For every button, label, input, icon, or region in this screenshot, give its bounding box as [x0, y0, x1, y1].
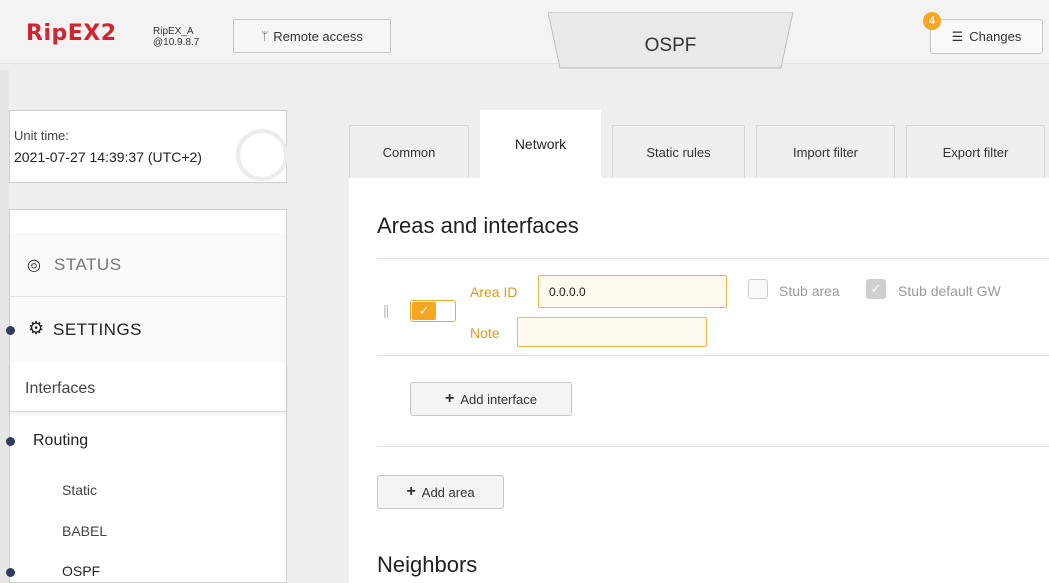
device-name: RipEX_A [153, 26, 194, 37]
page-title-tab: OSPF [548, 12, 793, 70]
divider [377, 355, 1049, 356]
tab-network[interactable]: Network [480, 110, 601, 178]
divider [377, 258, 1049, 259]
menu-item-static-label: Static [62, 482, 98, 498]
area-id-input[interactable] [538, 275, 727, 308]
unit-time-value: 2021-07-27 14:39:37 (UTC+2) [14, 149, 202, 165]
device-ip: @10.9.8.7 [153, 37, 200, 48]
add-interface-label: Add interface [460, 391, 537, 407]
add-area-button[interactable]: + Add area [377, 475, 504, 509]
menu-item-babel-label: BABEL [62, 523, 108, 539]
menu-bullet [6, 437, 15, 446]
menu-item-routing-label: Routing [33, 432, 89, 449]
unit-time-panel: Unit time: 2021-07-27 14:39:37 (UTC+2) [9, 110, 288, 183]
gauge-icon: ◎ [27, 257, 41, 274]
note-label: Note [470, 325, 500, 341]
areas-section-title: Areas and interfaces [377, 213, 579, 238]
menu-item-status[interactable]: ◎ STATUS [10, 233, 286, 297]
add-area-label: Add area [421, 484, 475, 500]
stub-default-gw-label: Stub default GW [898, 283, 1001, 299]
plus-icon: + [406, 483, 416, 500]
remote-access-button[interactable]: ᛘ Remote access [233, 19, 391, 53]
gears-icon: ⚙ [28, 318, 45, 338]
unit-time-label: Unit time: [14, 128, 69, 143]
list-icon: ☰ [951, 28, 964, 44]
divider [377, 446, 1049, 447]
remote-access-label: Remote access [273, 28, 363, 44]
page-title: OSPF [644, 35, 697, 56]
plus-icon: + [445, 390, 455, 407]
antenna-icon: ᛘ [261, 29, 269, 43]
ripex-logo: RipEX2 [26, 21, 117, 46]
changes-label: Changes [969, 29, 1022, 44]
tab-import-filter[interactable]: Import filter [756, 125, 895, 178]
note-input[interactable] [517, 317, 707, 347]
menu-item-ospf-label: OSPF [62, 563, 101, 579]
stub-default-gw-checkbox[interactable]: ✓ [866, 279, 886, 299]
device-info: RipEX_A @10.9.8.7 [153, 26, 199, 48]
menu-item-settings-label: SETTINGS [53, 320, 143, 339]
navigation-menu: ◎ STATUS ⚙ SETTINGS Interfaces Routing S… [6, 209, 287, 583]
changes-count-badge: 4 [923, 12, 941, 30]
menu-item-settings[interactable]: ⚙ SETTINGS [6, 298, 286, 363]
clock-watermark-icon [236, 129, 288, 181]
drag-handle-icon[interactable]: || [383, 302, 389, 318]
checkmark-icon: ✓ [412, 302, 436, 320]
menu-bullet [6, 326, 15, 335]
top-bar: RipEX2 RipEX_A @10.9.8.7 ᛘ Remote access… [0, 0, 1049, 69]
area-enable-toggle[interactable]: ✓ [410, 300, 456, 322]
menu-item-status-label: STATUS [54, 255, 122, 274]
neighbors-section-title: Neighbors [377, 552, 478, 577]
stub-area-label: Stub area [779, 283, 840, 299]
tab-static-rules[interactable]: Static rules [612, 125, 745, 178]
changes-button[interactable]: ☰ Changes [930, 19, 1043, 54]
menu-item-interfaces[interactable]: Interfaces [10, 365, 286, 412]
stub-area-checkbox[interactable] [748, 279, 768, 299]
add-interface-button[interactable]: + Add interface [410, 382, 572, 416]
menu-item-interfaces-label: Interfaces [25, 380, 96, 397]
tab-common[interactable]: Common [349, 125, 469, 178]
menu-bullet [6, 568, 15, 577]
area-id-label: Area ID [470, 284, 518, 300]
tab-export-filter[interactable]: Export filter [906, 125, 1045, 178]
